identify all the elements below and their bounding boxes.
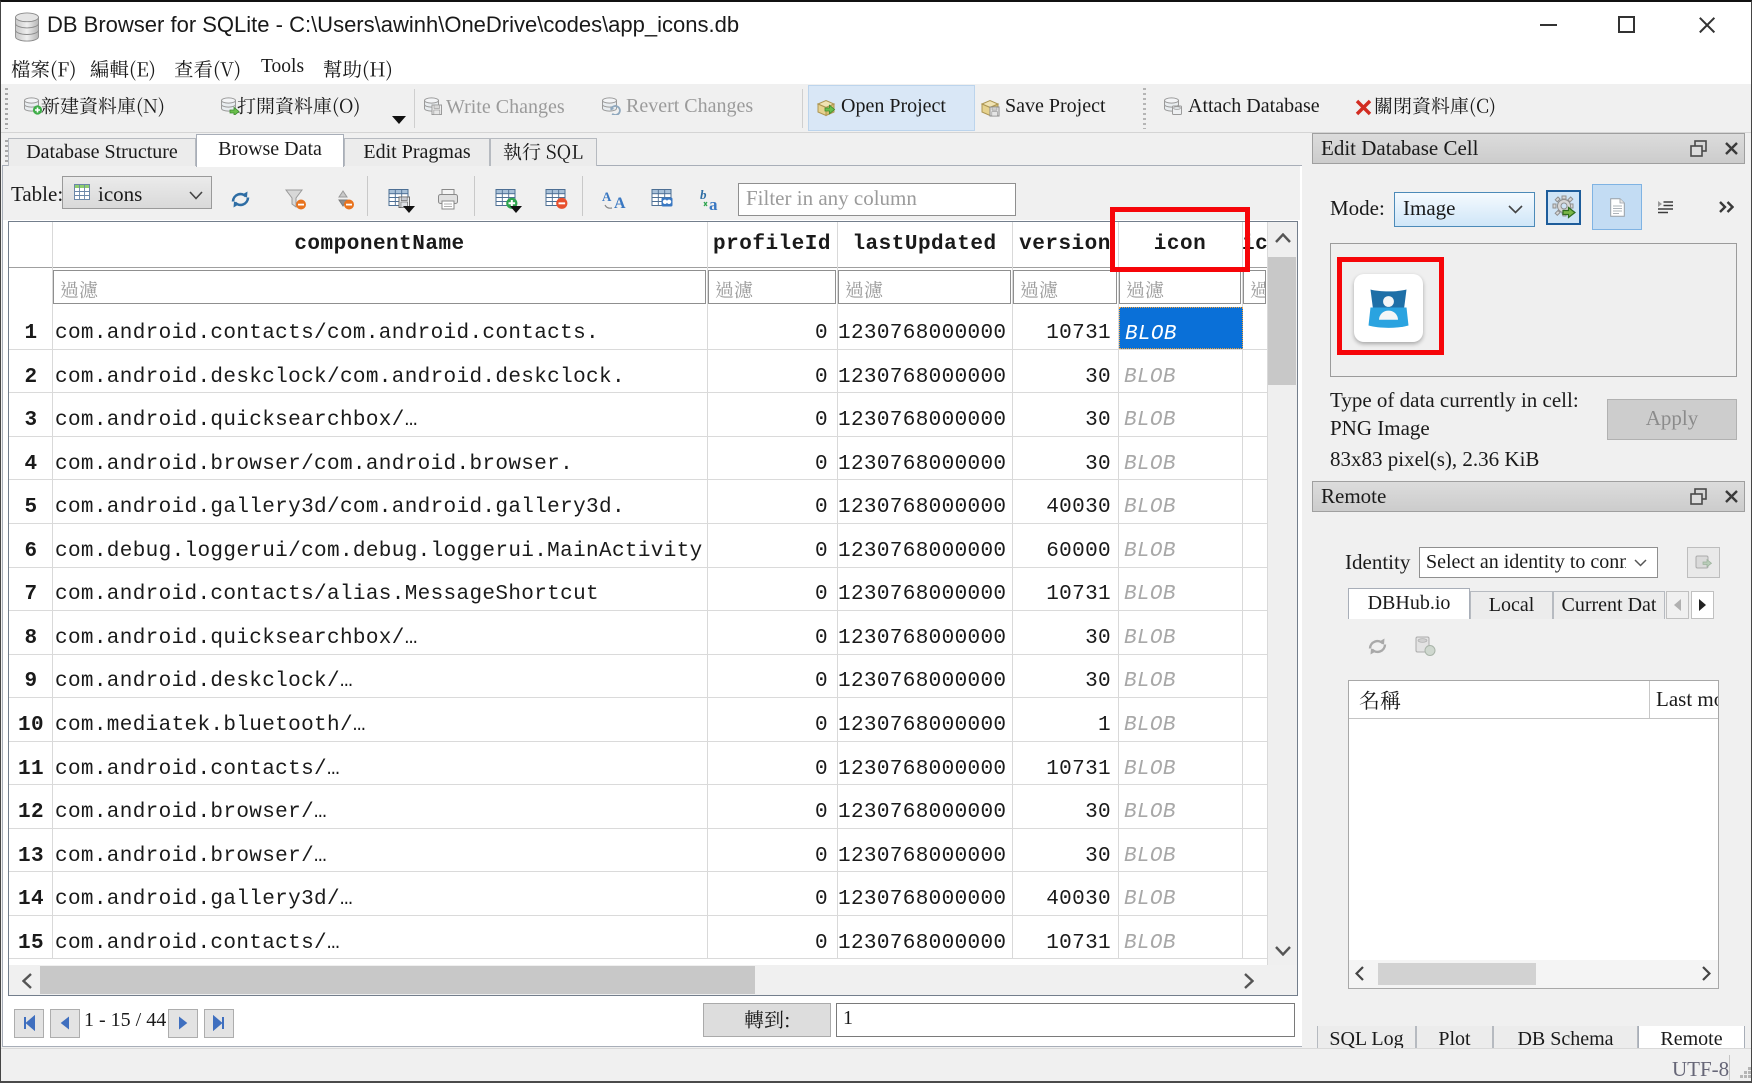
svg-text:A: A: [602, 189, 612, 204]
svg-text:a: a: [709, 195, 718, 212]
svg-text:A: A: [614, 195, 626, 210]
svg-text:b: b: [700, 188, 707, 202]
